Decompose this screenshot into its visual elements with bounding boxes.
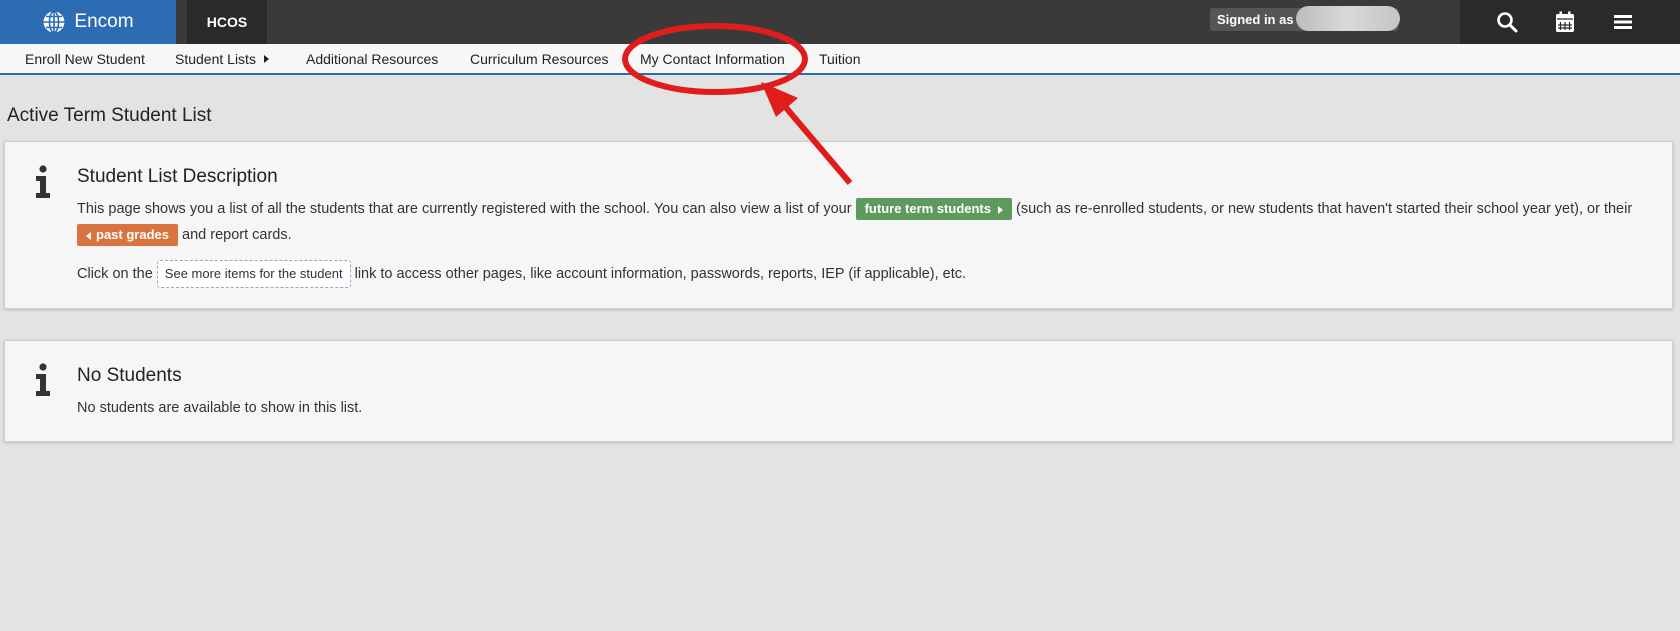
no-students-card: No Students No students are available to… — [4, 340, 1673, 442]
globe-icon — [43, 10, 65, 34]
nav-additional-resources[interactable]: Additional Resources — [306, 44, 438, 73]
search-icon — [1497, 12, 1518, 33]
menu-icon — [1614, 15, 1632, 29]
see-more-items-button[interactable]: See more items for the student — [156, 260, 351, 288]
future-term-students-button[interactable]: future term students — [855, 198, 1012, 221]
description-text-part: This page shows you a list of all the st… — [77, 201, 852, 217]
page-title: Active Term Student List — [7, 105, 212, 126]
top-bar: Encom HCOS Signed in as — [0, 0, 1680, 44]
description-text-part: (such as re-enrolled students, or new st… — [1016, 201, 1519, 217]
no-students-title: No Students — [77, 365, 182, 386]
nav-bar: Enroll New Student Student Lists Additio… — [0, 44, 1680, 75]
future-term-students-label: future term students — [864, 201, 991, 217]
nav-student-lists-label: Student Lists — [175, 50, 256, 67]
search-button[interactable] — [1493, 8, 1521, 36]
caret-right-icon — [263, 54, 269, 63]
past-grades-button[interactable]: past grades — [77, 224, 178, 247]
description-text-part: Click on the — [77, 265, 153, 282]
description-text: This page shows you a list of all the st… — [77, 196, 1657, 248]
description-title: Student List Description — [77, 166, 278, 187]
description-help-text: Click on the See more items for the stud… — [77, 260, 966, 288]
caret-right-icon — [998, 205, 1003, 214]
annotation-arrow-head — [761, 82, 798, 117]
nav-enroll-new-student[interactable]: Enroll New Student — [25, 44, 145, 73]
past-grades-label: past grades — [96, 227, 169, 243]
description-text-part: link to access other pages, like account… — [354, 265, 967, 282]
caret-left-icon — [86, 231, 91, 240]
annotation-overlay — [622, 23, 853, 185]
nav-student-lists[interactable]: Student Lists — [175, 44, 269, 73]
calendar-icon — [1556, 11, 1574, 32]
redacted-username — [1296, 6, 1400, 31]
brand-name: Encom — [74, 11, 134, 32]
no-students-text: No students are available to show in thi… — [77, 400, 363, 416]
description-card: Student List Description This page shows… — [4, 141, 1673, 309]
info-icon — [36, 363, 50, 396]
menu-button[interactable] — [1609, 8, 1637, 36]
school-tab[interactable]: HCOS — [187, 0, 267, 44]
description-text-part: year yet), or their — [1522, 201, 1633, 217]
nav-my-contact-information[interactable]: My Contact Information — [640, 44, 785, 73]
brand-logo[interactable]: Encom — [0, 0, 176, 44]
info-icon — [36, 165, 50, 198]
description-text-part: and report cards. — [182, 227, 292, 243]
nav-curriculum-resources[interactable]: Curriculum Resources — [470, 44, 608, 73]
calendar-button[interactable] — [1551, 8, 1579, 36]
nav-tuition[interactable]: Tuition — [819, 44, 861, 73]
signed-in-label: Signed in as — [1217, 12, 1294, 27]
toolbar-icons — [1460, 0, 1680, 44]
